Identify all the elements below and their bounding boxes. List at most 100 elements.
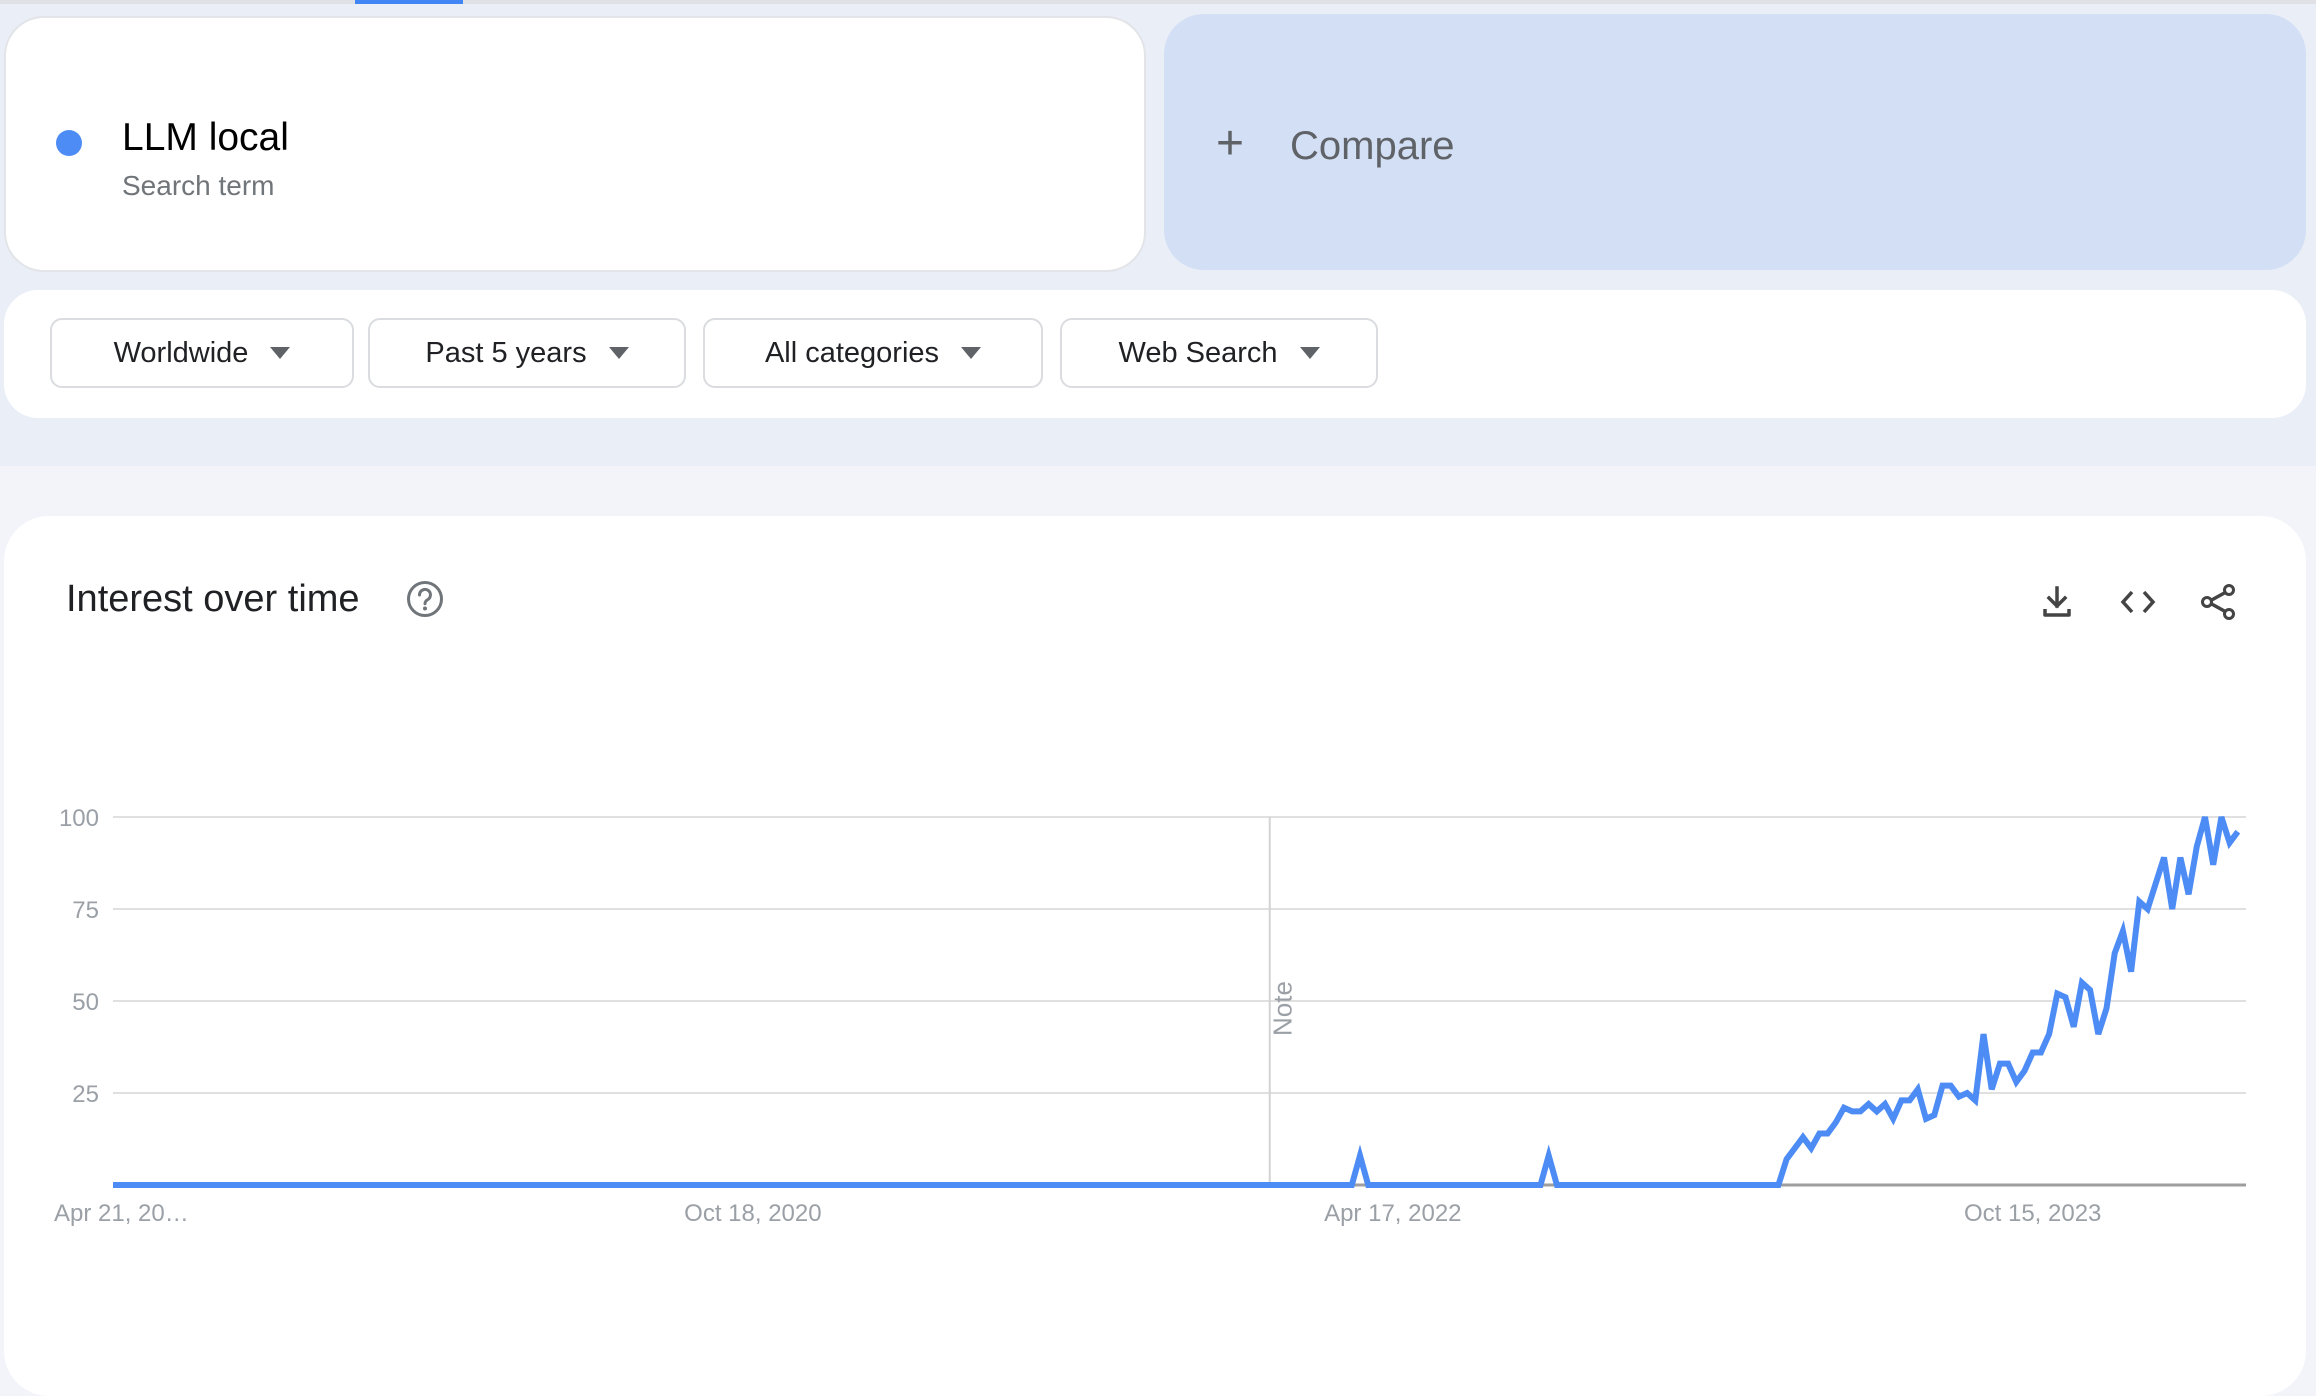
data-point	[2177, 854, 2183, 860]
data-point	[1751, 1182, 1757, 1188]
data-point	[2235, 829, 2241, 835]
data-point	[446, 1182, 452, 1188]
data-point	[1808, 1145, 1814, 1151]
data-point	[750, 1182, 756, 1188]
data-point	[668, 1182, 674, 1188]
data-point	[1193, 1182, 1199, 1188]
data-point	[2046, 1031, 2052, 1037]
data-point	[1620, 1182, 1626, 1188]
data-point	[2161, 854, 2167, 860]
data-point	[2095, 1031, 2101, 1037]
data-point	[373, 1182, 379, 1188]
data-point	[1866, 1101, 1872, 1107]
data-point	[184, 1182, 190, 1188]
data-point	[1767, 1182, 1773, 1188]
data-point	[709, 1182, 715, 1188]
data-point	[898, 1182, 904, 1188]
data-point	[1012, 1182, 1018, 1188]
data-point	[2227, 840, 2233, 846]
data-point	[1398, 1182, 1404, 1188]
data-point	[1357, 1153, 1363, 1159]
data-point	[832, 1182, 838, 1188]
data-point	[249, 1182, 255, 1188]
data-point	[1554, 1182, 1560, 1188]
data-point	[840, 1182, 846, 1188]
data-point	[1529, 1182, 1535, 1188]
data-point	[569, 1182, 575, 1188]
data-point	[397, 1182, 403, 1188]
data-point	[1964, 1090, 1970, 1096]
data-point	[2054, 991, 2060, 997]
data-point	[151, 1182, 157, 1188]
data-point	[545, 1182, 551, 1188]
data-point	[2104, 1005, 2110, 1011]
data-point	[135, 1182, 141, 1188]
data-point	[1849, 1108, 1855, 1114]
data-point	[290, 1182, 296, 1188]
data-point	[1423, 1182, 1429, 1188]
data-point	[1898, 1097, 1904, 1103]
data-point	[553, 1182, 559, 1188]
x-tick-label: Oct 18, 2020	[684, 1200, 821, 1227]
data-point	[1948, 1083, 1954, 1089]
data-point	[2038, 1050, 2044, 1056]
data-point	[455, 1182, 461, 1188]
data-point	[824, 1182, 830, 1188]
data-point	[1603, 1182, 1609, 1188]
data-point	[1152, 1182, 1158, 1188]
data-point	[1513, 1182, 1519, 1188]
data-point	[1496, 1182, 1502, 1188]
data-point	[692, 1182, 698, 1188]
data-point	[889, 1182, 895, 1188]
data-point	[1578, 1182, 1584, 1188]
data-point	[635, 1182, 641, 1188]
data-point	[1874, 1108, 1880, 1114]
gridlines	[113, 816, 2246, 1187]
data-point	[2087, 987, 2093, 993]
data-point	[610, 1182, 616, 1188]
data-point	[118, 1182, 124, 1188]
data-point	[143, 1182, 149, 1188]
data-point	[1472, 1182, 1478, 1188]
data-point	[660, 1182, 666, 1188]
data-point	[520, 1182, 526, 1188]
data-point	[2128, 969, 2134, 975]
data-point	[176, 1182, 182, 1188]
data-point	[955, 1182, 961, 1188]
data-point	[766, 1182, 772, 1188]
data-point	[1652, 1182, 1658, 1188]
data-point	[1341, 1182, 1347, 1188]
data-point	[857, 1182, 863, 1188]
data-point	[192, 1182, 198, 1188]
data-point	[1693, 1182, 1699, 1188]
x-axis-labels: Apr 21, 20… Oct 18, 2020 Apr 17, 2022 Oct 1…	[54, 1200, 2101, 1227]
data-point	[1841, 1105, 1847, 1111]
data-point	[1218, 1182, 1224, 1188]
data-point	[561, 1182, 567, 1188]
data-point	[1300, 1182, 1306, 1188]
data-point	[1111, 1182, 1117, 1188]
interest-chart[interactable]: 255075100 Note Apr 21, 20… Oct 18, 2020 Ap…	[0, 0, 2316, 1362]
data-point	[323, 1182, 329, 1188]
data-point	[422, 1182, 428, 1188]
data-point	[602, 1182, 608, 1188]
data-point	[438, 1182, 444, 1188]
data-point	[1685, 1182, 1691, 1188]
data-point	[1759, 1182, 1765, 1188]
data-point	[586, 1182, 592, 1188]
data-point	[1611, 1182, 1617, 1188]
data-point	[816, 1182, 822, 1188]
data-point	[1521, 1182, 1527, 1188]
data-point	[807, 1182, 813, 1188]
data-point	[1734, 1182, 1740, 1188]
data-point	[430, 1182, 436, 1188]
data-point	[627, 1182, 633, 1188]
data-point	[159, 1182, 165, 1188]
data-point	[930, 1182, 936, 1188]
data-point	[1857, 1108, 1863, 1114]
data-point	[1332, 1182, 1338, 1188]
data-point	[1595, 1182, 1601, 1188]
data-point	[167, 1182, 173, 1188]
data-point	[126, 1182, 132, 1188]
data-point	[1365, 1182, 1371, 1188]
